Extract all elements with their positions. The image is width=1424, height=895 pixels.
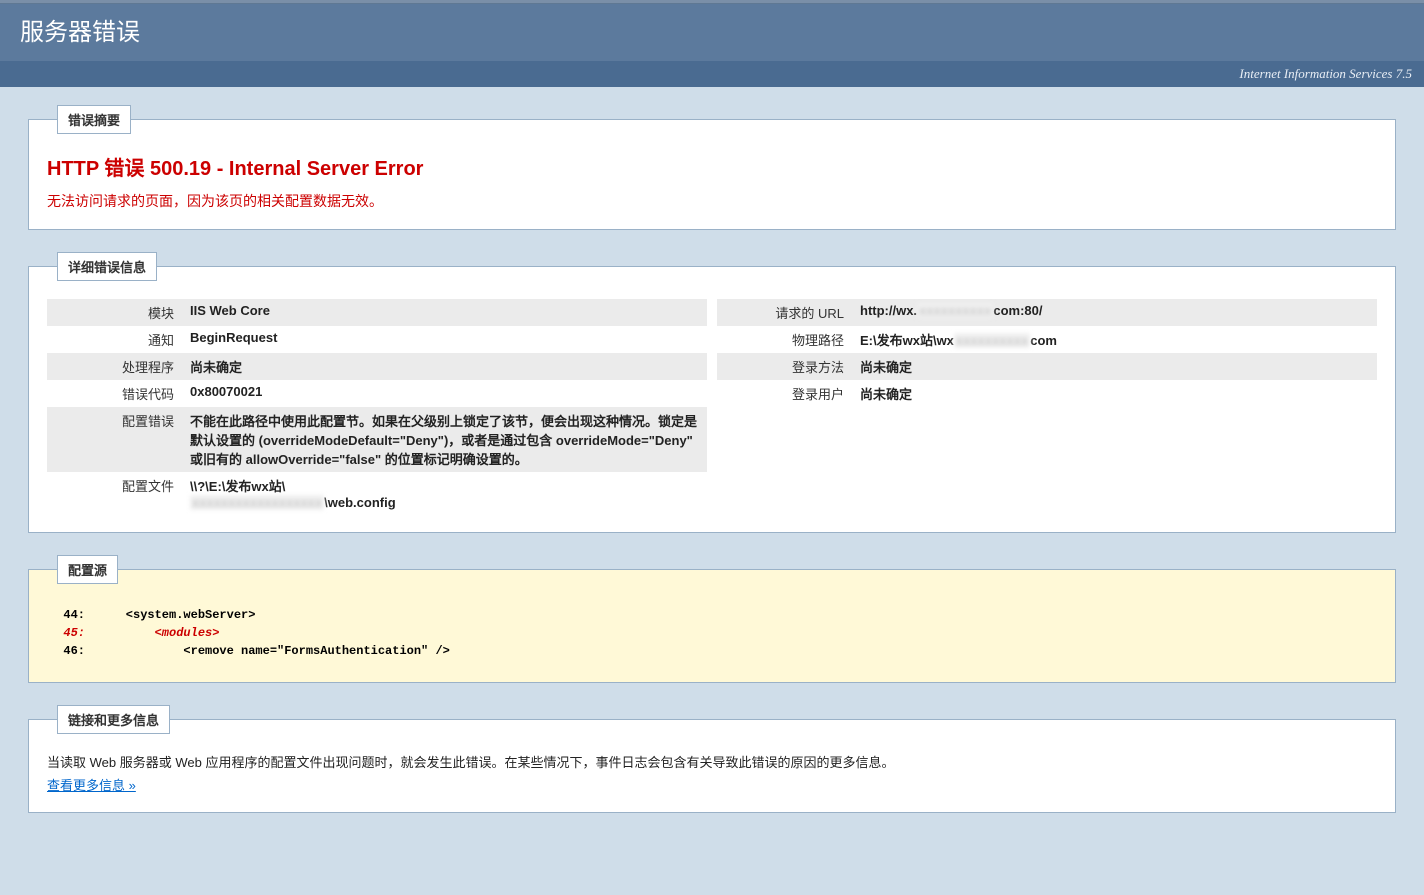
redacted-text: xxxxxxxxxx: [917, 303, 993, 318]
table-row: 配置文件 \\?\E:\发布wx站\ xxxxxxxxxxxxxxxxxx\we…: [47, 472, 707, 514]
module-label: 模块: [47, 299, 182, 326]
user-label: 登录用户: [717, 380, 852, 407]
page-title: 服务器错误: [20, 12, 1404, 47]
errorcode-label: 错误代码: [47, 380, 182, 407]
notification-label: 通知: [47, 326, 182, 353]
code-line: 44: <system.webServer>: [55, 606, 1369, 624]
error-summary-legend: 错误摘要: [57, 105, 131, 134]
details-left-table: 模块 IIS Web Core 通知 BeginRequest 处理程序 尚未确…: [47, 299, 707, 514]
configfile-value: \\?\E:\发布wx站\ xxxxxxxxxxxxxxxxxx\web.con…: [182, 472, 707, 514]
handler-label: 处理程序: [47, 353, 182, 380]
url-value: http://wx.xxxxxxxxxxcom:80/: [852, 299, 1377, 326]
errorcode-value: 0x80070021: [182, 380, 707, 407]
table-row: 配置错误 不能在此路径中使用此配置节。如果在父级别上锁定了该节，便会出现这种情况…: [47, 407, 707, 472]
table-row: 模块 IIS Web Core: [47, 299, 707, 326]
code-line: 46: <remove name="FormsAuthentication" /…: [55, 642, 1369, 660]
physpath-label: 物理路径: [717, 326, 852, 353]
configfile-label: 配置文件: [47, 472, 182, 514]
more-info-text: 当读取 Web 服务器或 Web 应用程序的配置文件出现问题时，就会发生此错误。…: [47, 752, 1377, 771]
iis-version-bar: Internet Information Services 7.5: [0, 61, 1424, 87]
iis-version-text: Internet Information Services 7.5: [1239, 66, 1412, 81]
handler-value: 尚未确定: [182, 353, 707, 380]
notification-value: BeginRequest: [182, 326, 707, 353]
configerr-value: 不能在此路径中使用此配置节。如果在父级别上锁定了该节，便会出现这种情况。锁定是默…: [182, 407, 707, 472]
page-header: 服务器错误: [0, 4, 1424, 61]
error-subtitle: 无法访问请求的页面，因为该页的相关配置数据无效。: [47, 191, 1377, 211]
physpath-value: E:\发布wx站\wxxxxxxxxxxxcom: [852, 326, 1377, 353]
configerr-label: 配置错误: [47, 407, 182, 472]
logon-label: 登录方法: [717, 353, 852, 380]
config-source-legend: 配置源: [57, 555, 118, 584]
table-row: 登录方法 尚未确定: [717, 353, 1377, 380]
more-info-legend: 链接和更多信息: [57, 705, 170, 734]
redacted-text: xxxxxxxxxxxxxxxxxx: [190, 495, 324, 510]
detailed-error-legend: 详细错误信息: [57, 252, 157, 281]
table-row: 错误代码 0x80070021: [47, 380, 707, 407]
page-body: 错误摘要 HTTP 错误 500.19 - Internal Server Er…: [0, 87, 1424, 895]
table-row: 通知 BeginRequest: [47, 326, 707, 353]
url-label: 请求的 URL: [717, 299, 852, 326]
code-line-error: 45: <modules>: [55, 624, 1369, 642]
detailed-error-box: 详细错误信息 模块 IIS Web Core 通知 BeginRequest 处…: [28, 252, 1396, 533]
table-row: 登录用户 尚未确定: [717, 380, 1377, 407]
redacted-text: xxxxxxxxxx: [954, 333, 1030, 348]
table-row: 处理程序 尚未确定: [47, 353, 707, 380]
module-value: IIS Web Core: [182, 299, 707, 326]
more-info-box: 链接和更多信息 当读取 Web 服务器或 Web 应用程序的配置文件出现问题时，…: [28, 705, 1396, 813]
table-row: 物理路径 E:\发布wx站\wxxxxxxxxxxxcom: [717, 326, 1377, 353]
details-right-table: 请求的 URL http://wx.xxxxxxxxxxcom:80/ 物理路径…: [717, 299, 1377, 407]
config-source-box: 配置源 44: <system.webServer> 45: <modules>…: [28, 555, 1396, 683]
table-row: 请求的 URL http://wx.xxxxxxxxxxcom:80/: [717, 299, 1377, 326]
code-block: 44: <system.webServer> 45: <modules> 46:…: [47, 602, 1377, 664]
logon-value: 尚未确定: [852, 353, 1377, 380]
more-info-link[interactable]: 查看更多信息 »: [47, 778, 136, 793]
error-summary-box: 错误摘要 HTTP 错误 500.19 - Internal Server Er…: [28, 105, 1396, 230]
user-value: 尚未确定: [852, 380, 1377, 407]
error-title: HTTP 错误 500.19 - Internal Server Error: [47, 152, 1377, 181]
